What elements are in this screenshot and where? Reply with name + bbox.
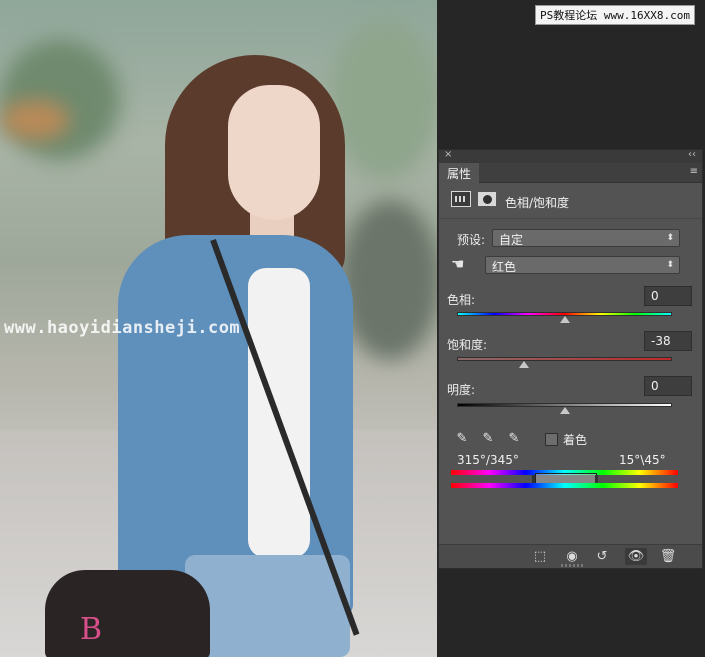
collapse-icon[interactable]: ‹‹ — [688, 149, 696, 160]
resize-grip[interactable] — [561, 564, 583, 567]
preset-value: 自定 — [499, 233, 524, 247]
hue-input[interactable]: 0 — [644, 286, 692, 306]
color-range-bar-bottom — [451, 483, 678, 488]
lightness-slider-thumb[interactable] — [559, 407, 570, 414]
chevron-updown-icon: ⬍ — [666, 233, 674, 243]
watermark-left: www.haoyidiansheji.com — [4, 318, 241, 338]
saturation-input[interactable]: -38 — [644, 331, 692, 351]
background-bokeh — [330, 20, 437, 180]
layer-mask-icon[interactable] — [477, 191, 497, 207]
range-handle-left[interactable] — [532, 475, 535, 483]
eyedropper-add-icon[interactable]: ✎ — [479, 430, 497, 448]
background-bokeh — [0, 100, 70, 140]
clip-to-layer-icon[interactable]: ⬚ — [529, 548, 551, 565]
chevron-updown-icon: ⬍ — [666, 260, 674, 270]
channel-value: 红色 — [492, 260, 517, 274]
properties-panel: × ‹‹ 属性 ≡ 色相/饱和度 预设: 自定 ⬍ ☚ 红色 ⬍ 色相: 0 饱… — [438, 149, 703, 569]
background-bokeh — [0, 40, 120, 160]
adjustment-header: 色相/饱和度 — [439, 183, 702, 219]
colorize-label: 着色 — [563, 433, 588, 447]
lightness-label: 明度: — [447, 383, 476, 397]
close-icon[interactable]: × — [444, 149, 452, 160]
panel-footer: ⬚ ◉ ↺ 👁 🗑 — [439, 544, 702, 568]
reset-icon[interactable]: ↺ — [591, 548, 613, 565]
saturation-label: 饱和度: — [447, 338, 488, 352]
eyedropper-icon[interactable]: ✎ — [453, 430, 471, 448]
range-handle-right[interactable] — [595, 475, 598, 483]
colorize-checkbox[interactable] — [545, 433, 558, 446]
preset-label: 预设: — [457, 233, 486, 247]
subject-bag — [45, 570, 210, 657]
background-bokeh — [340, 200, 437, 360]
panel-menu-icon[interactable]: ≡ — [690, 166, 698, 177]
range-right-readout: 15°\45° — [619, 453, 666, 467]
panel-titlebar: × ‹‹ — [439, 149, 702, 163]
eyedropper-subtract-icon[interactable]: ✎ — [505, 430, 523, 448]
visibility-icon[interactable]: 👁 — [625, 548, 647, 565]
panel-tabbar: 属性 ≡ — [439, 163, 702, 183]
saturation-slider-track[interactable] — [457, 357, 672, 361]
channel-dropdown[interactable]: 红色 ⬍ — [485, 256, 680, 274]
saturation-slider-thumb[interactable] — [518, 361, 529, 368]
preset-dropdown[interactable]: 自定 ⬍ — [492, 229, 680, 247]
hue-label: 色相: — [447, 293, 476, 307]
targeted-adjustment-hand-icon[interactable]: ☚ — [451, 255, 464, 273]
lightness-input[interactable]: 0 — [644, 376, 692, 396]
hue-slider-thumb[interactable] — [559, 316, 570, 323]
subject-face — [228, 85, 320, 220]
tab-properties[interactable]: 属性 — [439, 163, 480, 183]
view-previous-state-icon[interactable]: ◉ — [561, 548, 583, 565]
adjustment-title: 色相/饱和度 — [505, 196, 570, 210]
delete-icon[interactable]: 🗑 — [657, 548, 679, 565]
watermark-right: PS教程论坛 www.16XX8.com — [535, 5, 695, 25]
adjustment-layer-icon[interactable] — [451, 191, 471, 207]
bag-logo: B — [80, 612, 103, 647]
range-left-readout: 315°/345° — [457, 453, 519, 467]
